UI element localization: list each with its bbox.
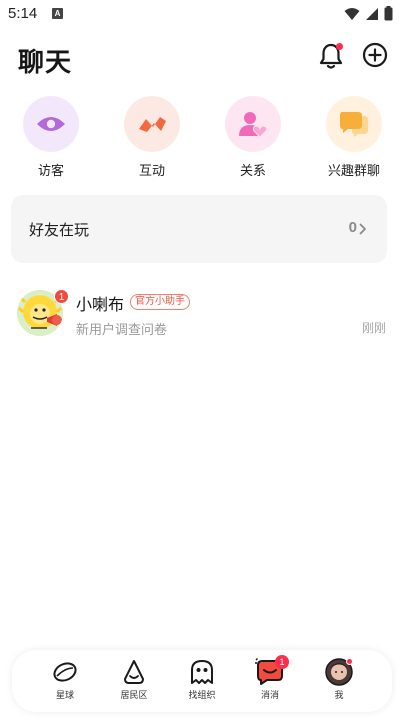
cell-signal-icon	[366, 7, 378, 20]
relations-icon-bg	[225, 96, 281, 152]
status-time: 5:14	[8, 5, 38, 22]
battery-icon	[384, 6, 393, 21]
friends-playing-title: 好友在玩	[29, 221, 90, 239]
tab-label: 我	[334, 691, 344, 701]
interest-groups-icon-bg	[326, 96, 382, 152]
me-notification-dot	[346, 658, 353, 665]
status-icons	[344, 6, 393, 21]
interactions-icon-bg	[124, 96, 180, 152]
messages-badge: 1	[275, 655, 289, 669]
shortcut-relations[interactable]: 关系	[213, 96, 293, 179]
tab-messages[interactable]: 1 消消	[240, 655, 300, 701]
conversation-time: 刚刚	[361, 321, 386, 335]
notification-a-icon: A	[52, 8, 63, 19]
shortcut-label: 访客	[37, 164, 64, 179]
bottom-tab-bar: 星球 居民区 找组织 1 消消 我	[12, 650, 392, 712]
plus-circle-icon	[362, 42, 388, 68]
shortcut-label: 关系	[239, 164, 266, 179]
unread-badge: 1	[54, 289, 69, 304]
official-assistant-tag: 官方小助手	[130, 294, 190, 310]
tab-label: 找组织	[188, 691, 216, 701]
friends-playing-count: 0	[348, 219, 357, 236]
tab-label: 居民区	[120, 691, 148, 701]
tab-planet[interactable]: 星球	[35, 658, 95, 701]
shortcut-interest-groups[interactable]: 兴趣群聊	[314, 96, 394, 179]
ghost-icon	[191, 660, 213, 684]
eye-icon	[37, 117, 65, 131]
chat-bubbles-icon	[340, 112, 368, 137]
conversation-name: 小喇布	[76, 295, 125, 314]
zigzag-icon	[139, 117, 166, 132]
tab-label: 星球	[55, 691, 74, 701]
conversation-item[interactable]: 1 小喇布 官方小助手 新用户调查问卷 刚刚	[0, 286, 405, 342]
wifi-icon	[344, 7, 360, 20]
shortcut-label: 互动	[138, 164, 165, 179]
tab-label: 消消	[260, 691, 279, 701]
status-bar: 5:14 A	[0, 0, 405, 28]
tab-find-group[interactable]: 找组织	[172, 658, 232, 701]
planet-icon	[53, 662, 77, 682]
notifications-button[interactable]	[318, 42, 344, 70]
notification-dot	[336, 43, 343, 50]
shortcut-interactions[interactable]: 互动	[112, 96, 192, 179]
tab-residential[interactable]: 居民区	[104, 658, 164, 701]
person-heart-icon	[239, 112, 268, 138]
friends-playing-card[interactable]: 好友在玩 0	[11, 195, 387, 263]
shortcut-label: 兴趣群聊	[327, 164, 380, 179]
chevron-right-icon	[359, 223, 366, 235]
add-button[interactable]	[362, 42, 388, 68]
conversation-preview: 新用户调查问卷	[76, 323, 168, 338]
house-icon	[124, 660, 144, 684]
shortcut-visitors[interactable]: 访客	[11, 96, 91, 179]
page-title: 聊天	[18, 48, 73, 78]
visitors-icon-bg	[23, 96, 79, 152]
tab-me[interactable]: 我	[309, 658, 369, 701]
